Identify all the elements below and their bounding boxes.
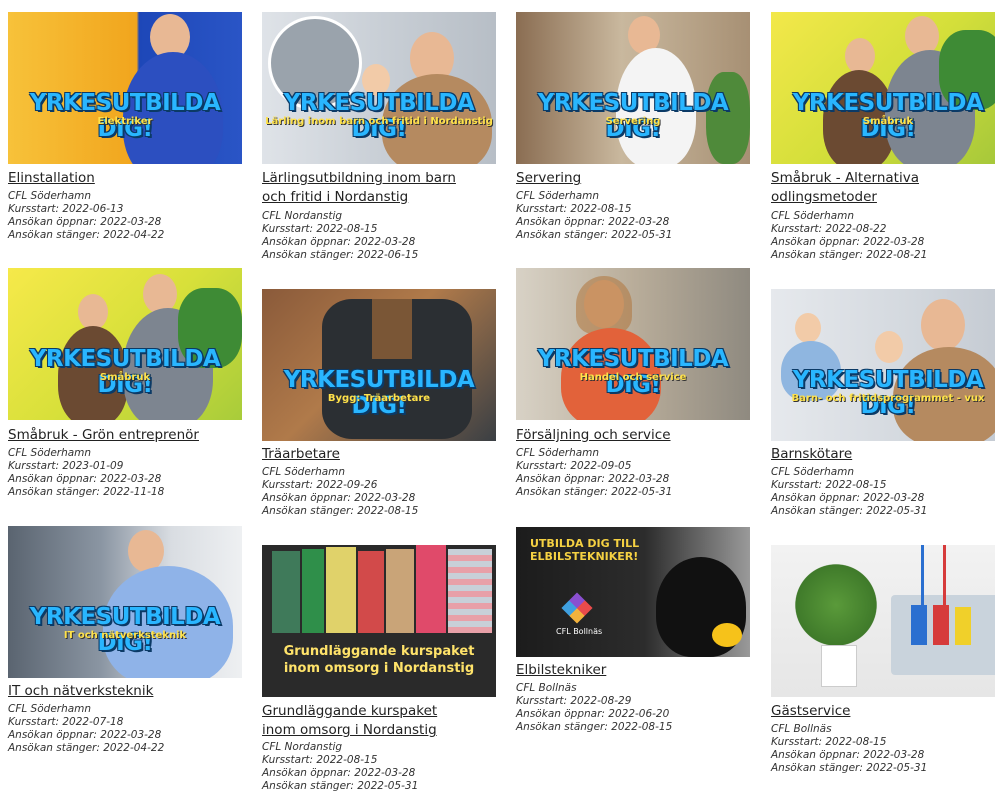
course-image[interactable]: UTBILDA DIG TILL ELBILSTEKNIKER! CFL Bol…	[516, 527, 750, 657]
application-open: Ansökan öppnar: 2022-03-28	[771, 492, 925, 504]
course-title-link[interactable]: Försäljning och service	[516, 426, 671, 445]
image-subtitle: Småbruk	[99, 372, 151, 383]
course-image[interactable]: YRKESUTBILDA DIG! Servering	[516, 12, 750, 164]
course-provider: CFL Söderhamn	[8, 190, 92, 202]
course-provider: CFL Nordanstig	[262, 210, 343, 222]
course-title-link[interactable]: Servering	[516, 169, 581, 188]
application-open: Ansökan öppnar: 2022-03-28	[262, 492, 416, 504]
course-start: Kursstart: 2022-08-29	[516, 695, 632, 707]
course-image[interactable]: YRKESUTBILDA DIG! Handel och service	[516, 268, 750, 420]
image-subtitle: Servering	[605, 116, 661, 127]
course-provider: CFL Bollnäs	[771, 723, 832, 735]
course-meta: CFL Nordanstig Kursstart: 2022-08-15 Ans…	[262, 210, 418, 262]
application-close: Ansökan stänger: 2022-08-15	[262, 505, 419, 517]
badge-icon	[712, 623, 742, 647]
course-provider: CFL Söderhamn	[8, 447, 92, 459]
course-title-link[interactable]: Gästservice	[771, 702, 850, 721]
course-provider: CFL Söderhamn	[8, 703, 92, 715]
course-start: Kursstart: 2022-06-13	[8, 203, 124, 215]
course-title-link[interactable]: Träarbetare	[262, 445, 340, 464]
application-close: Ansökan stänger: 2022-05-31	[771, 762, 928, 774]
course-start: Kursstart: 2023-01-09	[8, 460, 124, 472]
course-provider: CFL Söderhamn	[771, 466, 855, 478]
course-start: Kursstart: 2022-08-15	[771, 479, 887, 491]
course-image[interactable]: YRKESUTBILDA DIG! Bygg: Träarbetare	[262, 289, 496, 441]
course-title-link[interactable]: Lärlingsutbildning inom barn och fritid …	[262, 169, 456, 207]
course-meta: CFL Söderhamn Kursstart: 2022-09-26 Ansö…	[262, 466, 418, 518]
course-title-link[interactable]: Elbilstekniker	[516, 661, 606, 680]
course-start: Kursstart: 2022-08-15	[262, 754, 378, 766]
application-close: Ansökan stänger: 2022-08-15	[516, 721, 673, 733]
plant-icon	[791, 555, 881, 655]
application-open: Ansökan öppnar: 2022-06-20	[516, 708, 670, 720]
application-close: Ansökan stänger: 2022-04-22	[8, 229, 165, 241]
image-subtitle: Bygg: Träarbetare	[327, 393, 431, 404]
course-start: Kursstart: 2022-08-15	[516, 203, 632, 215]
image-subtitle: Elektriker	[97, 116, 153, 127]
image-subtitle: Småbruk	[862, 116, 914, 127]
course-meta: CFL Bollnäs Kursstart: 2022-08-15 Ansöka…	[771, 723, 927, 775]
course-provider: CFL Nordanstig	[262, 741, 343, 753]
course-title-link[interactable]: IT och nätverksteknik	[8, 682, 153, 701]
image-caption: Grundläggande kurspaket inom omsorg i No…	[283, 644, 475, 676]
course-meta: CFL Söderhamn Kursstart: 2022-07-18 Ansö…	[8, 703, 164, 755]
image-subtitle: Handel och service	[579, 372, 687, 383]
course-provider: CFL Bollnäs	[516, 682, 577, 694]
course-title-link[interactable]: Småbruk - Grön entreprenör	[8, 426, 199, 445]
application-open: Ansökan öppnar: 2022-03-28	[8, 473, 162, 485]
course-meta: CFL Bollnäs Kursstart: 2022-08-29 Ansöka…	[516, 682, 672, 734]
course-provider: CFL Söderhamn	[771, 210, 855, 222]
application-open: Ansökan öppnar: 2022-03-28	[771, 749, 925, 761]
course-provider: CFL Söderhamn	[516, 190, 600, 202]
image-subtitle: Barn- och fritidsprogrammet - vux	[791, 393, 985, 404]
application-close: Ansökan stänger: 2022-05-31	[516, 486, 673, 498]
application-open: Ansökan öppnar: 2022-03-28	[262, 767, 416, 779]
course-title-link[interactable]: Småbruk - Alternativa odlingsmetoder	[771, 169, 919, 207]
application-open: Ansökan öppnar: 2022-03-28	[516, 473, 670, 485]
application-open: Ansökan öppnar: 2022-03-28	[516, 216, 670, 228]
image-caption: UTBILDA DIG TILL ELBILSTEKNIKER!	[530, 537, 640, 563]
course-start: Kursstart: 2022-09-26	[262, 479, 378, 491]
application-close: Ansökan stänger: 2022-05-31	[516, 229, 673, 241]
image-subtitle: Lärling inom barn och fritid i Nordansti…	[265, 116, 493, 127]
course-provider: CFL Söderhamn	[516, 447, 600, 459]
course-meta: CFL Nordanstig Kursstart: 2022-08-15 Ans…	[262, 741, 418, 793]
course-image[interactable]	[771, 545, 995, 697]
application-close: Ansökan stänger: 2022-11-18	[8, 486, 165, 498]
course-title-link[interactable]: Barnskötare	[771, 445, 852, 464]
image-subtitle: IT och nätverksteknik	[63, 630, 187, 641]
course-image[interactable]: YRKESUTBILDA DIG! Småbruk	[8, 268, 242, 420]
application-open: Ansökan öppnar: 2022-03-28	[771, 236, 925, 248]
application-open: Ansökan öppnar: 2022-03-28	[262, 236, 416, 248]
course-meta: CFL Söderhamn Kursstart: 2022-08-22 Ansö…	[771, 210, 927, 262]
course-image[interactable]: YRKESUTBILDA DIG! Elektriker	[8, 12, 242, 164]
course-image[interactable]: YRKESUTBILDA DIG! Barn- och fritidsprogr…	[771, 289, 995, 441]
course-title-link[interactable]: Elinstallation	[8, 169, 95, 188]
course-provider: CFL Söderhamn	[262, 466, 346, 478]
application-close: Ansökan stänger: 2022-06-15	[262, 249, 419, 261]
application-close: Ansökan stänger: 2022-08-21	[771, 249, 928, 261]
course-meta: CFL Söderhamn Kursstart: 2023-01-09 Ansö…	[8, 447, 164, 499]
course-start: Kursstart: 2022-08-15	[262, 223, 378, 235]
course-image[interactable]: YRKESUTBILDA DIG! Småbruk	[771, 12, 995, 164]
image-logo-text: CFL Bollnäs	[556, 627, 603, 636]
course-start: Kursstart: 2022-08-22	[771, 223, 887, 235]
course-title-link[interactable]: Grundläggande kurspaket inom omsorg i No…	[262, 702, 437, 740]
application-open: Ansökan öppnar: 2022-03-28	[8, 216, 162, 228]
application-close: Ansökan stänger: 2022-04-22	[8, 742, 165, 754]
course-meta: CFL Söderhamn Kursstart: 2022-06-13 Ansö…	[8, 190, 164, 242]
application-close: Ansökan stänger: 2022-05-31	[771, 505, 928, 517]
course-image[interactable]: YRKESUTBILDA DIG! IT och nätverksteknik	[8, 526, 242, 678]
course-image[interactable]: YRKESUTBILDA DIG! Lärling inom barn och …	[262, 12, 496, 164]
course-start: Kursstart: 2022-07-18	[8, 716, 124, 728]
course-image[interactable]: Grundläggande kurspaket inom omsorg i No…	[262, 545, 496, 697]
cfl-logo-icon	[561, 592, 593, 624]
course-start: Kursstart: 2022-09-05	[516, 460, 632, 472]
application-open: Ansökan öppnar: 2022-03-28	[8, 729, 162, 741]
application-close: Ansökan stänger: 2022-05-31	[262, 780, 419, 792]
course-meta: CFL Söderhamn Kursstart: 2022-09-05 Ansö…	[516, 447, 672, 499]
course-meta: CFL Söderhamn Kursstart: 2022-08-15 Ansö…	[516, 190, 672, 242]
course-meta: CFL Söderhamn Kursstart: 2022-08-15 Ansö…	[771, 466, 927, 518]
course-start: Kursstart: 2022-08-15	[771, 736, 887, 748]
